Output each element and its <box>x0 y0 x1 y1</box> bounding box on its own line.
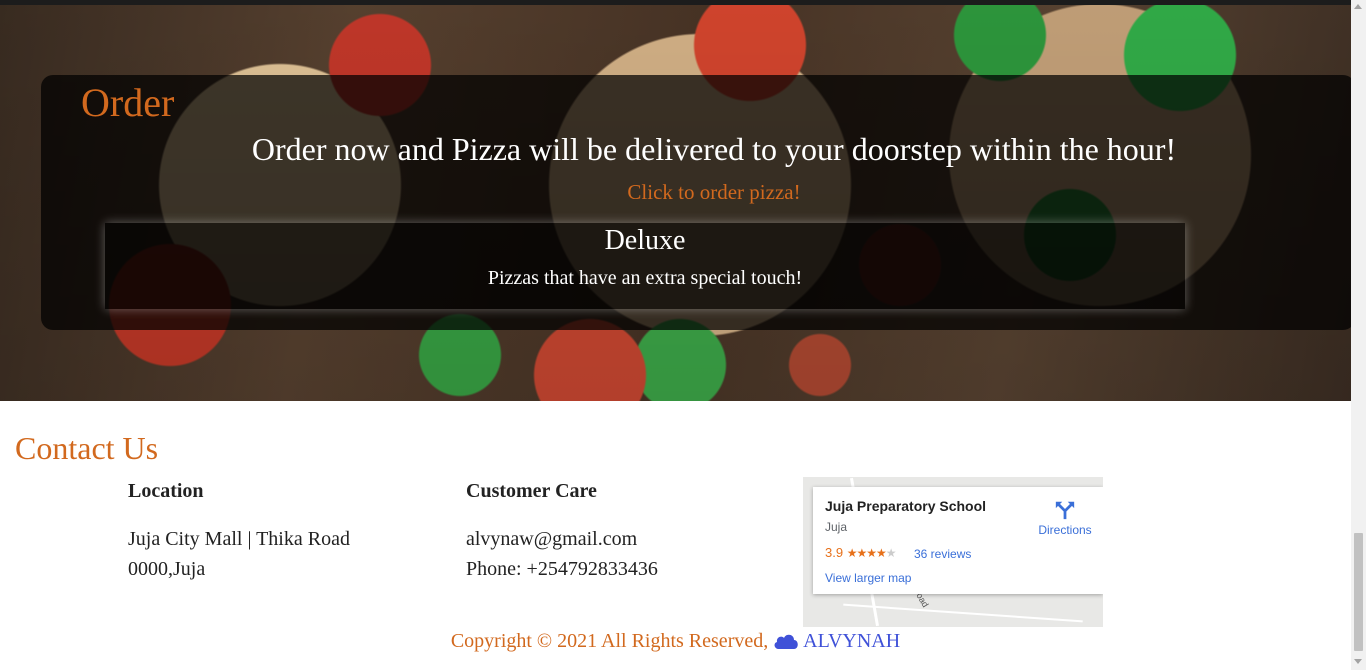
map-place-name: Juja Preparatory School <box>825 498 987 514</box>
footer-copyright: Copyright © 2021 All Rights Reserved, AL… <box>0 630 1351 653</box>
directions-label: Directions <box>1038 523 1092 537</box>
deluxe-title: Deluxe <box>604 225 686 256</box>
order-pizza-link[interactable]: Click to order pizza! <box>41 180 1351 205</box>
location-column: Location Juja City Mall | Thika Road 000… <box>128 480 350 584</box>
deluxe-card: Deluxe Pizzas that have an extra special… <box>105 223 1185 309</box>
brand-link[interactable]: ALVYNAH <box>803 630 900 652</box>
map-rating-value: 3.9 <box>825 545 844 560</box>
location-heading: Location <box>128 480 204 502</box>
order-lead-text: Order now and Pizza will be delivered to… <box>251 131 1177 167</box>
contact-title: Contact Us <box>15 430 159 466</box>
customer-care-phone[interactable]: Phone: +254792833436 <box>466 554 658 584</box>
embedded-map[interactable]: oad Juja Preparatory School Juja 3.9 ★★★… <box>803 477 1103 627</box>
scroll-thumb[interactable] <box>1354 533 1363 651</box>
directions-icon <box>1055 501 1075 520</box>
directions-button[interactable]: Directions <box>1035 499 1095 537</box>
map-place-area: Juja <box>825 520 848 534</box>
scroll-down-arrow-icon[interactable] <box>1354 659 1362 664</box>
customer-care-email[interactable]: alvynaw@gmail.com <box>466 524 658 554</box>
cloud-icon <box>774 634 798 649</box>
page-scrollbar[interactable] <box>1351 0 1366 670</box>
deluxe-description: Pizzas that have an extra special touch! <box>487 267 803 289</box>
map-reviews-link[interactable]: 36 reviews <box>914 547 971 561</box>
scroll-up-arrow-icon[interactable] <box>1354 4 1362 9</box>
map-rating: 3.9 ★★★★★ <box>825 545 896 560</box>
view-larger-map-link[interactable]: View larger map <box>825 571 911 585</box>
star-rating-icon: ★★★★★ <box>846 546 897 560</box>
order-section: Order Order now and Pizza will be delive… <box>0 5 1351 401</box>
copyright-text: Copyright © 2021 All Rights Reserved, <box>450 630 769 652</box>
order-title: Order <box>81 80 175 125</box>
map-road <box>843 603 1083 623</box>
location-address: Juja City Mall | Thika Road <box>128 528 350 550</box>
customer-care-heading: Customer Care <box>466 480 597 502</box>
customer-care-column: Customer Care alvynaw@gmail.com Phone: +… <box>466 480 658 584</box>
map-place-card: Juja Preparatory School Juja 3.9 ★★★★★ 3… <box>813 487 1103 594</box>
order-panel: Order Order now and Pizza will be delive… <box>41 75 1351 330</box>
location-postal: 0000,Juja <box>128 558 206 580</box>
